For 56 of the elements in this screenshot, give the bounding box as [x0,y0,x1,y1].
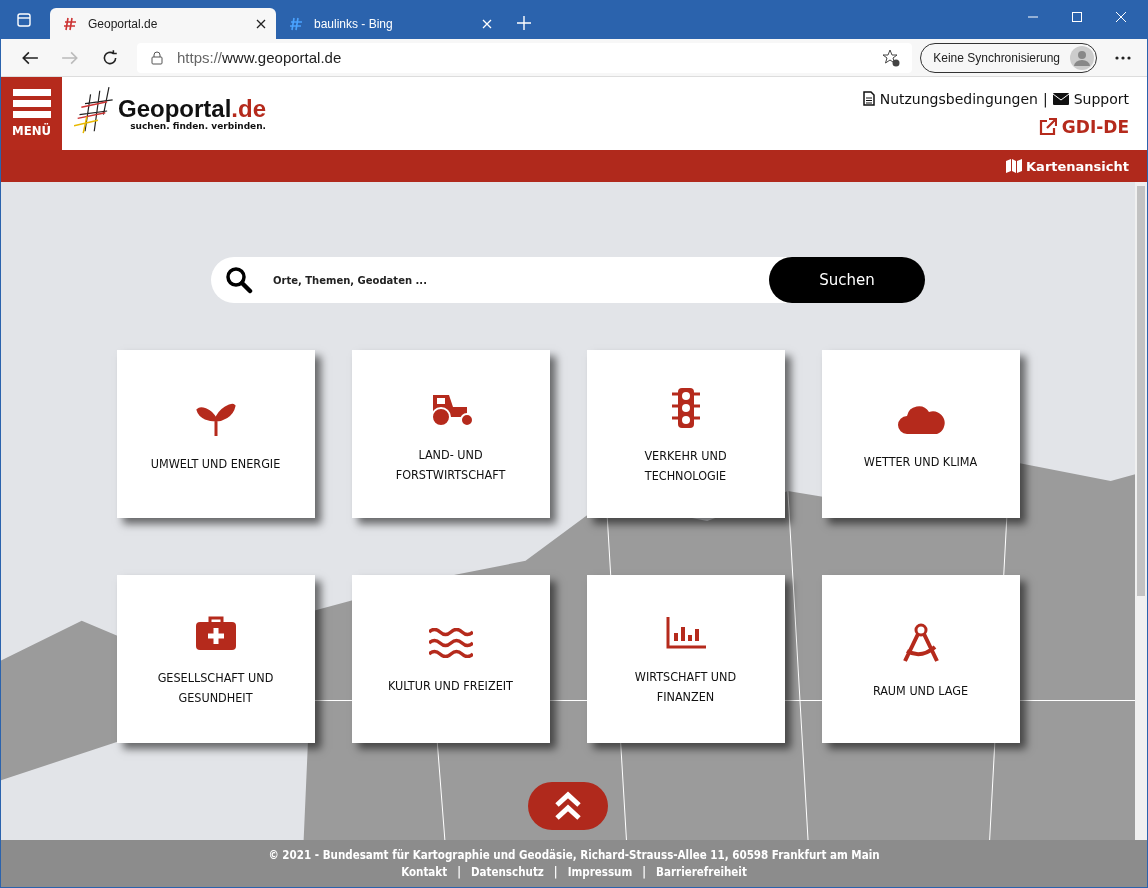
link-separator: | [1042,90,1048,107]
category-label: LAND- UND FORSTWIRTSCHAFT [394,446,507,484]
favorite-star-icon[interactable] [882,48,901,67]
traffic-light-icon [671,388,700,428]
browser-tab[interactable]: Geoportal.de [50,8,276,39]
browser-tab[interactable]: baulinks - Bing [276,8,502,39]
category-label: GESELLSCHAFT UND GESUNDHEIT [156,669,275,707]
category-tile[interactable]: WETTER UND KLIMA [821,350,1020,518]
category-label: KULTUR UND FREIZEIT [388,677,513,695]
more-icon[interactable] [1115,55,1131,60]
envelope-icon [1052,92,1069,105]
maximize-icon[interactable] [1071,11,1083,23]
category-tile[interactable]: KULTUR UND FREIZEIT [351,575,550,743]
tab-actions-icon[interactable] [16,12,32,28]
category-label: UMWELT UND ENERGIE [150,455,281,473]
double-chevron-up-icon [554,791,582,821]
category-tile[interactable]: RAUM UND LAGE [821,575,1020,743]
external-link-icon [1038,117,1057,136]
category-label: WIRTSCHAFT UND FINANZEN [633,668,738,706]
hamburger-icon [12,89,51,119]
avatar-icon [1070,45,1094,70]
link-separator: | [553,865,558,879]
new-tab-icon[interactable] [516,15,532,31]
copyright-text: © 2021 - Bundesamt für Kartographie und Geodäsie, Richard-Strauss-Allee 11, 60598 Frankfurt am Main [268,848,880,862]
drawing-compass-icon [900,623,941,663]
category-label: RAUM UND LAGE [872,682,969,700]
search-field[interactable]: Orte, Themen, Geodaten ... Suchen [211,257,925,303]
favicon-icon [62,15,78,32]
support-link[interactable]: Support [1073,90,1129,107]
gdi-de-link[interactable]: GDI-DE [1061,116,1129,137]
map-icon [1006,159,1023,173]
document-icon [862,91,875,106]
link-separator: | [457,865,461,879]
close-icon[interactable] [256,18,266,29]
favicon-icon [288,15,304,32]
category-tile[interactable]: VERKEHR UND TECHNOLOGIE [586,350,785,518]
menu-button[interactable]: MENÜ [1,77,62,150]
category-tile[interactable]: WIRTSCHAFT UND FINANZEN [586,575,785,743]
category-tile[interactable]: LAND- UND FORSTWIRTSCHAFT [351,350,550,518]
search-button[interactable]: Suchen [769,257,925,303]
logo-wordmark[interactable]: Geoportal.de [118,96,267,121]
waves-icon [428,628,473,658]
search-icon [225,266,253,294]
map-view-link[interactable]: Kartenansicht [1006,158,1129,174]
terms-link[interactable]: Nutzungsbedingungen [879,90,1038,107]
address-bar[interactable]: https://www.geoportal.de [137,42,913,73]
scrollbar[interactable] [1135,182,1147,840]
link-separator: | [642,865,647,879]
category-label: VERKEHR UND TECHNOLOGIE [643,447,728,485]
category-tile[interactable]: UMWELT UND ENERGIE [116,350,315,518]
refresh-icon[interactable] [101,48,119,67]
category-tile[interactable]: GESELLSCHAFT UND GESUNDHEIT [116,575,315,743]
bar-chart-icon [665,617,706,649]
lock-icon [151,50,163,65]
medical-kit-icon [195,616,236,650]
category-label: WETTER UND KLIMA [863,453,978,471]
